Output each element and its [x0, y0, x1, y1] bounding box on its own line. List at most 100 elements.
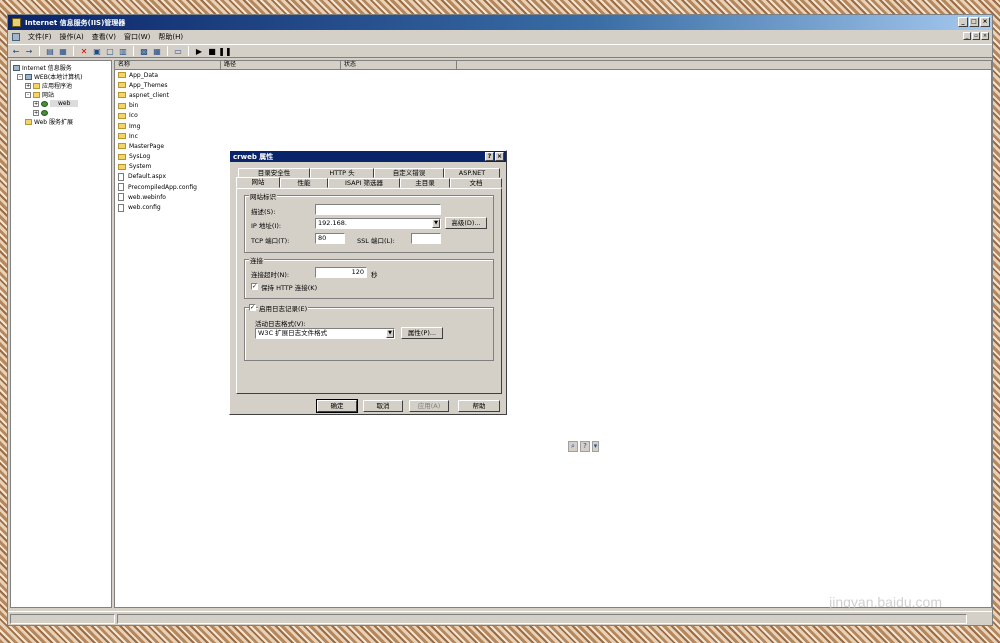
- refresh-icon[interactable]: ▢: [105, 46, 115, 56]
- pause-icon[interactable]: ❚❚: [218, 46, 231, 56]
- folder-icon: [118, 102, 126, 109]
- tree-root[interactable]: Internet 信息服务: [13, 63, 109, 72]
- menu-file[interactable]: 文件(F): [28, 32, 52, 42]
- tree-websites[interactable]: - 网站: [13, 90, 109, 99]
- folder-icon: [118, 153, 126, 160]
- dropdown-arrow-icon[interactable]: ▼: [432, 219, 440, 228]
- properties-icon[interactable]: ▣: [92, 46, 102, 56]
- logformat-select[interactable]: W3C 扩展日志文件格式 ▼: [255, 328, 395, 339]
- advanced-button[interactable]: 高级(D)...: [445, 217, 487, 229]
- delete-icon[interactable]: ✕: [79, 46, 89, 56]
- toolbar-separator: [73, 46, 74, 56]
- tab-website[interactable]: 网站: [236, 177, 280, 188]
- dialog-close-button[interactable]: ×: [495, 152, 504, 161]
- menu-view[interactable]: 查看(V): [92, 32, 116, 42]
- list-item-label: SysLog: [129, 153, 151, 161]
- list-item-label: Img: [129, 122, 141, 130]
- tab-home-dir[interactable]: 主目录: [400, 178, 450, 188]
- up-folder-icon[interactable]: ▤: [45, 46, 55, 56]
- tree-app-pools[interactable]: + 应用程序池: [13, 81, 109, 90]
- dialog-title: crweb 属性: [233, 152, 274, 161]
- help-circle-icon[interactable]: ?: [580, 441, 590, 452]
- keepalive-checkbox[interactable]: ✓: [251, 283, 258, 290]
- computer-icon[interactable]: ▭: [173, 46, 183, 56]
- mdi-restore-button[interactable]: ▫: [972, 32, 980, 40]
- expand-icon[interactable]: +: [33, 109, 39, 116]
- tree-site-web[interactable]: + web: [13, 99, 109, 108]
- dropdown-arrow-icon[interactable]: ▼: [386, 329, 394, 338]
- expand-icon[interactable]: +: [33, 100, 39, 107]
- app-icon: [12, 18, 21, 27]
- help-icon[interactable]: ▩: [139, 46, 149, 56]
- cancel-button[interactable]: 取消: [363, 400, 403, 412]
- console-icon[interactable]: ▦: [152, 46, 162, 56]
- list-item[interactable]: bin: [115, 101, 991, 111]
- timeout-field[interactable]: 120: [315, 267, 367, 278]
- close-button[interactable]: ×: [980, 17, 990, 27]
- list-item[interactable]: Ico: [115, 111, 991, 121]
- list-item-label: Default.aspx: [128, 173, 166, 181]
- col-name[interactable]: 名称: [115, 61, 221, 69]
- search-icon[interactable]: ⌕: [568, 441, 578, 452]
- list-item[interactable]: aspnet_client: [115, 90, 991, 100]
- tree-site-2[interactable]: +: [13, 108, 109, 117]
- chevron-icon[interactable]: ▾: [592, 441, 599, 452]
- menu-help[interactable]: 帮助(H): [158, 32, 183, 42]
- folder-icon: [118, 133, 126, 140]
- col-status[interactable]: 状态: [341, 61, 457, 69]
- desc-field[interactable]: [315, 204, 441, 215]
- play-icon[interactable]: ▶: [194, 46, 204, 56]
- list-item-label: Ico: [129, 112, 138, 120]
- keepalive-label: 保持 HTTP 连接(K): [261, 284, 318, 292]
- list-item-label: PrecompiledApp.config: [128, 183, 197, 191]
- tab-documents[interactable]: 文档: [450, 178, 502, 188]
- dialog-title-bar: crweb 属性 ? ×: [230, 151, 506, 162]
- connection-group-title: 连接: [249, 255, 264, 265]
- menu-window[interactable]: 窗口(W): [124, 32, 150, 42]
- list-item[interactable]: Inc: [115, 131, 991, 141]
- back-arrow-icon[interactable]: ←: [11, 46, 21, 56]
- collapse-icon[interactable]: -: [25, 91, 31, 98]
- menu-action[interactable]: 操作(A): [60, 32, 84, 42]
- status-pane: [10, 614, 115, 624]
- doc-icon[interactable]: [12, 33, 20, 41]
- stop-icon[interactable]: ■: [207, 46, 217, 56]
- ssl-port-field[interactable]: [411, 233, 441, 244]
- document-icon: [118, 183, 124, 192]
- help-button[interactable]: 帮助: [458, 400, 500, 412]
- folder-icon: [118, 92, 126, 99]
- status-bar: [8, 611, 992, 625]
- mdi-close-button[interactable]: ×: [981, 32, 989, 40]
- tab-aspnet[interactable]: ASP.NET: [444, 168, 500, 178]
- folder-icon: [118, 123, 126, 130]
- minimize-button[interactable]: _: [958, 17, 968, 27]
- forward-arrow-icon[interactable]: →: [24, 46, 34, 56]
- apply-button[interactable]: 应用(A): [409, 400, 449, 412]
- col-path[interactable]: 路径: [221, 61, 341, 69]
- export-icon[interactable]: ▥: [118, 46, 128, 56]
- toolbar-separator: [188, 46, 189, 56]
- tcp-port-field[interactable]: 80: [315, 233, 345, 244]
- tree-computer[interactable]: - WEB(本地计算机): [13, 72, 109, 81]
- ok-button[interactable]: 确定: [316, 399, 358, 413]
- list-item-label: Inc: [129, 132, 138, 140]
- collapse-icon[interactable]: -: [17, 73, 23, 80]
- list-item[interactable]: Img: [115, 121, 991, 131]
- watermark-url: jingyan.baidu.com: [829, 594, 942, 610]
- list-item[interactable]: App_Data: [115, 70, 991, 80]
- tab-http-headers[interactable]: HTTP 头: [310, 168, 374, 178]
- list-item[interactable]: App_Themes: [115, 80, 991, 90]
- ip-select[interactable]: 192.168. ▼: [315, 218, 441, 229]
- expand-icon[interactable]: +: [25, 82, 31, 89]
- logging-checkbox[interactable]: ✓: [249, 304, 256, 311]
- tree-web-ext[interactable]: Web 服务扩展: [13, 117, 109, 126]
- maximize-button[interactable]: □: [969, 17, 979, 27]
- tab-performance[interactable]: 性能: [280, 178, 328, 188]
- show-tree-icon[interactable]: ▦: [58, 46, 68, 56]
- mdi-minimize-button[interactable]: _: [963, 32, 971, 40]
- log-properties-button[interactable]: 属性(P)...: [401, 327, 443, 339]
- tab-isapi[interactable]: ISAPI 筛选器: [328, 178, 400, 188]
- toolbar-separator: [167, 46, 168, 56]
- tab-custom-errors[interactable]: 自定义错误: [374, 168, 444, 178]
- dialog-help-button[interactable]: ?: [485, 152, 494, 161]
